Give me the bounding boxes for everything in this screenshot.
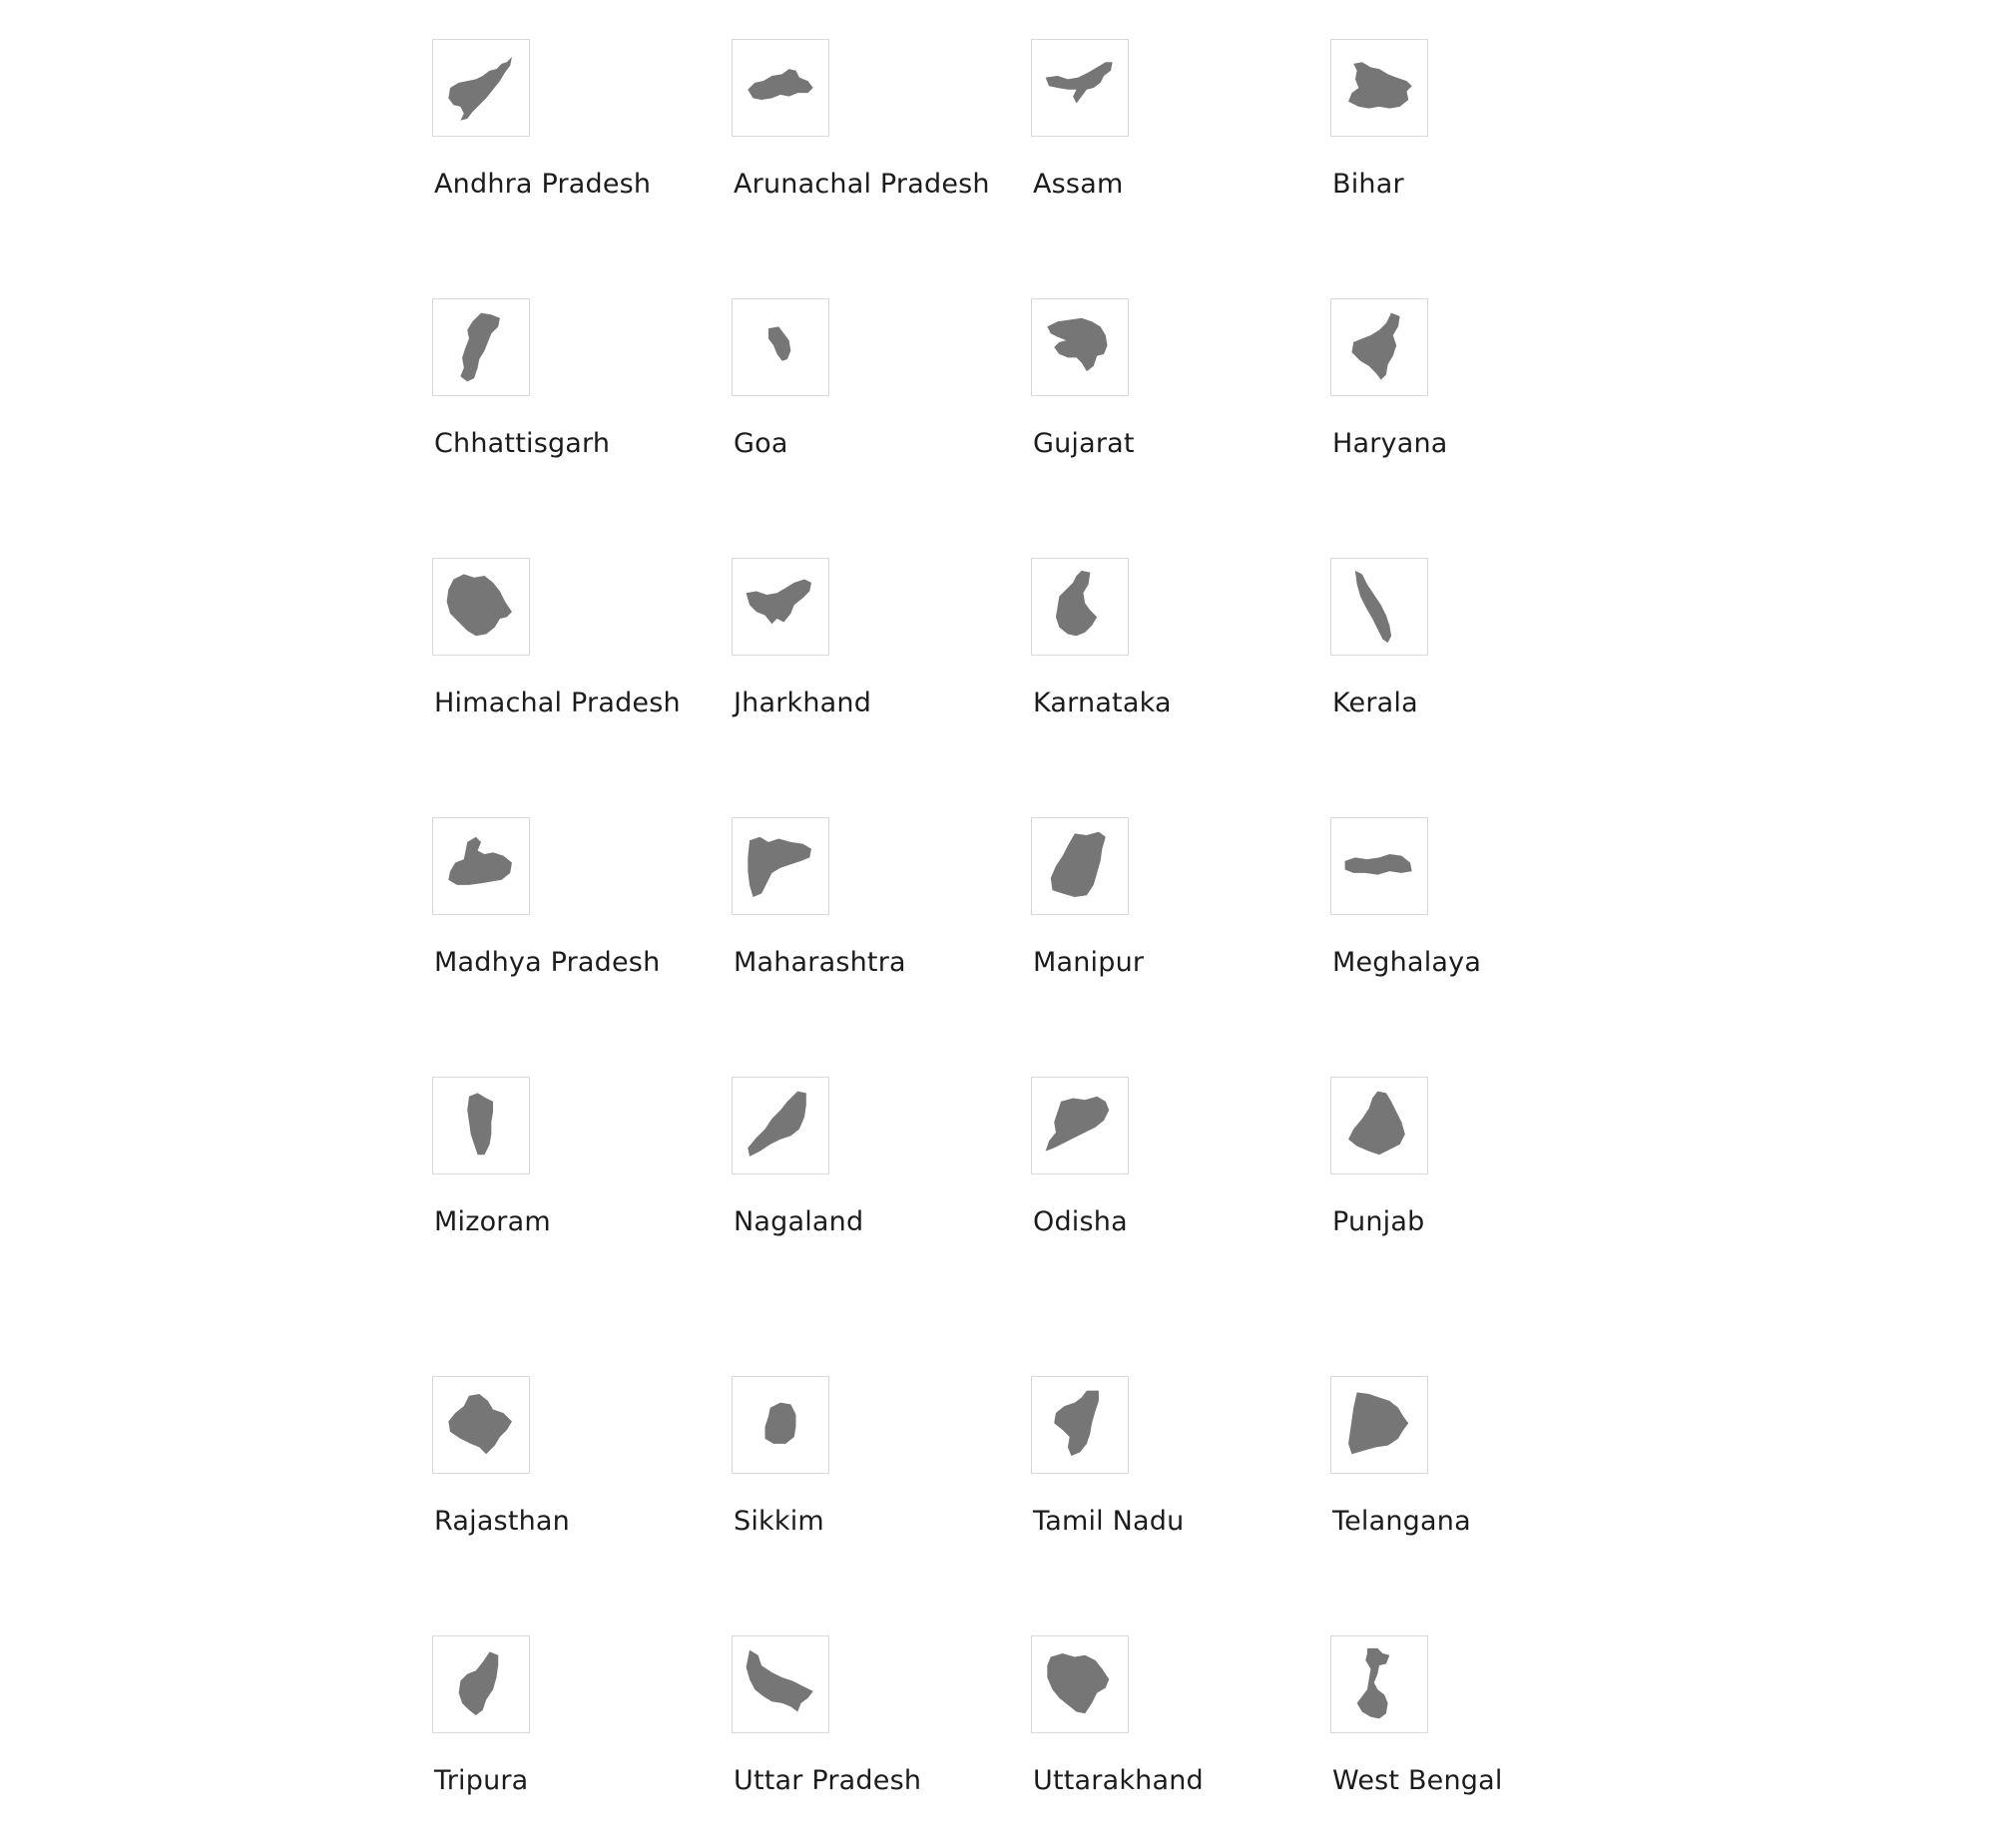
arunachal-pradesh-map-icon (732, 39, 829, 137)
state-label: Goa (734, 428, 788, 459)
state-card-sikkim[interactable]: Sikkim (732, 1376, 1001, 1566)
tamil-nadu-map-icon (1031, 1376, 1129, 1474)
state-label: Sikkim (734, 1506, 824, 1537)
state-card-maharashtra[interactable]: Maharashtra (732, 817, 1001, 1007)
state-card-punjab[interactable]: Punjab (1330, 1077, 1600, 1266)
state-card-tamil-nadu[interactable]: Tamil Nadu (1031, 1376, 1300, 1566)
state-card-mizoram[interactable]: Mizoram (432, 1077, 702, 1266)
state-label: Telangana (1332, 1506, 1471, 1537)
assam-map-icon (1031, 39, 1129, 137)
state-label: Tripura (434, 1765, 529, 1796)
karnataka-map-icon (1031, 558, 1129, 656)
state-card-rajasthan[interactable]: Rajasthan (432, 1376, 702, 1566)
state-card-haryana[interactable]: Haryana (1330, 298, 1600, 488)
state-card-west-bengal[interactable]: West Bengal (1330, 1635, 1600, 1825)
state-label: Haryana (1332, 428, 1448, 459)
kerala-map-icon (1330, 558, 1428, 656)
state-card-kerala[interactable]: Kerala (1330, 558, 1600, 747)
state-label: Jharkhand (734, 688, 872, 718)
mizoram-map-icon (432, 1077, 530, 1174)
state-card-bihar[interactable]: Bihar (1330, 39, 1600, 229)
haryana-map-icon (1330, 298, 1428, 396)
manipur-map-icon (1031, 817, 1129, 915)
state-label: Assam (1033, 169, 1124, 200)
chhattisgarh-map-icon (432, 298, 530, 396)
state-label: Tamil Nadu (1033, 1506, 1185, 1537)
state-label: Mizoram (434, 1206, 551, 1237)
uttarakhand-map-icon (1031, 1635, 1129, 1733)
state-label: Manipur (1033, 947, 1145, 978)
nagaland-map-icon (732, 1077, 829, 1174)
uttar-pradesh-map-icon (732, 1635, 829, 1733)
state-label: Arunachal Pradesh (734, 169, 990, 200)
state-card-manipur[interactable]: Manipur (1031, 817, 1300, 1007)
state-card-chhattisgarh[interactable]: Chhattisgarh (432, 298, 702, 488)
state-label: Nagaland (734, 1206, 864, 1237)
state-label: Himachal Pradesh (434, 688, 681, 718)
state-card-nagaland[interactable]: Nagaland (732, 1077, 1001, 1266)
state-label: Andhra Pradesh (434, 169, 652, 200)
state-card-meghalaya[interactable]: Meghalaya (1330, 817, 1600, 1007)
state-label: Madhya Pradesh (434, 947, 661, 978)
maharashtra-map-icon (732, 817, 829, 915)
tripura-map-icon (432, 1635, 530, 1733)
rajasthan-map-icon (432, 1376, 530, 1474)
state-card-odisha[interactable]: Odisha (1031, 1077, 1300, 1266)
state-label: Chhattisgarh (434, 428, 611, 459)
jharkhand-map-icon (732, 558, 829, 656)
state-label: Maharashtra (734, 947, 906, 978)
state-card-himachal-pradesh[interactable]: Himachal Pradesh (432, 558, 702, 747)
himachal-pradesh-map-icon (432, 558, 530, 656)
state-label: Kerala (1332, 688, 1418, 718)
state-label: Meghalaya (1332, 947, 1482, 978)
state-card-uttarakhand[interactable]: Uttarakhand (1031, 1635, 1300, 1825)
punjab-map-icon (1330, 1077, 1428, 1174)
state-card-karnataka[interactable]: Karnataka (1031, 558, 1300, 747)
state-card-gujarat[interactable]: Gujarat (1031, 298, 1300, 488)
state-card-goa[interactable]: Goa (732, 298, 1001, 488)
state-label: Rajasthan (434, 1506, 570, 1537)
state-label: Bihar (1332, 169, 1404, 200)
state-card-uttar-pradesh[interactable]: Uttar Pradesh (732, 1635, 1001, 1825)
west-bengal-map-icon (1330, 1635, 1428, 1733)
state-label: Punjab (1332, 1206, 1425, 1237)
state-label: Karnataka (1033, 688, 1172, 718)
state-card-telangana[interactable]: Telangana (1330, 1376, 1600, 1566)
madhya-pradesh-map-icon (432, 817, 530, 915)
state-label: Uttar Pradesh (734, 1765, 922, 1796)
state-card-andhra-pradesh[interactable]: Andhra Pradesh (432, 39, 702, 229)
goa-map-icon (732, 298, 829, 396)
gujarat-map-icon (1031, 298, 1129, 396)
andhra-pradesh-map-icon (432, 39, 530, 137)
state-card-jharkhand[interactable]: Jharkhand (732, 558, 1001, 747)
state-card-madhya-pradesh[interactable]: Madhya Pradesh (432, 817, 702, 1007)
state-label: Gujarat (1033, 428, 1135, 459)
state-label: Uttarakhand (1033, 1765, 1204, 1796)
state-label: West Bengal (1332, 1765, 1503, 1796)
state-card-tripura[interactable]: Tripura (432, 1635, 702, 1825)
bihar-map-icon (1330, 39, 1428, 137)
state-card-assam[interactable]: Assam (1031, 39, 1300, 229)
meghalaya-map-icon (1330, 817, 1428, 915)
telangana-map-icon (1330, 1376, 1428, 1474)
state-card-arunachal-pradesh[interactable]: Arunachal Pradesh (732, 39, 1001, 229)
odisha-map-icon (1031, 1077, 1129, 1174)
sikkim-map-icon (732, 1376, 829, 1474)
state-label: Odisha (1033, 1206, 1128, 1237)
state-grid: Andhra Pradesh Arunachal Pradesh Assam B… (432, 39, 1630, 1815)
